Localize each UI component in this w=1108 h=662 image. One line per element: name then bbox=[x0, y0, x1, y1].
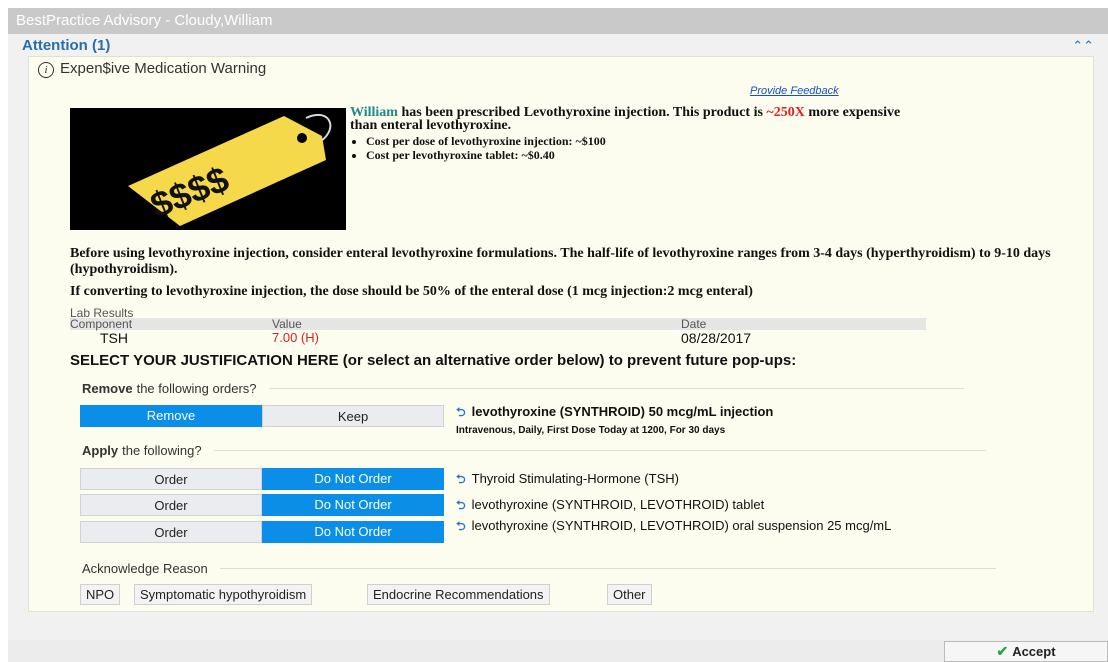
dose-guidance: If converting to levothyroxine injection… bbox=[70, 284, 753, 299]
remove-section-header: Remove the following orders? bbox=[82, 381, 964, 396]
window-title: BestPractice Advisory - Cloudy,William bbox=[8, 8, 1108, 34]
warning-title-text: Expen$ive Medication Warning bbox=[60, 60, 267, 77]
info-icon: i bbox=[38, 62, 54, 78]
lab-header-row: Component Value Date bbox=[70, 318, 926, 330]
remove-order-item: ⮌ levothyroxine (SYNTHROID) 50 mcg/mL inj… bbox=[456, 403, 773, 436]
remove-order-detail: Intravenous, Daily, First Dose Today at … bbox=[456, 425, 726, 436]
do-not-order-button[interactable]: Do Not Order bbox=[262, 521, 444, 543]
apply-order-text: Thyroid Stimulating-Hormone (TSH) bbox=[471, 471, 679, 486]
provide-feedback-link[interactable]: Provide Feedback bbox=[750, 85, 839, 97]
order-button[interactable]: Order bbox=[80, 494, 262, 516]
order-arrow-icon: ⮌ bbox=[456, 519, 466, 533]
reason-npo-button[interactable]: NPO bbox=[80, 584, 121, 605]
divider bbox=[268, 388, 964, 389]
order-button[interactable]: Order bbox=[80, 468, 262, 490]
price-tag-image: $$$$ bbox=[70, 108, 346, 230]
apply-order-item: ⮌ levothyroxine (SYNTHROID, LEVOTHROID) o… bbox=[456, 518, 1056, 534]
footer-bar bbox=[8, 640, 1108, 662]
order-arrow-icon: ⮌ bbox=[456, 472, 466, 486]
apply-order-text: levothyroxine (SYNTHROID, LEVOTHROID) or… bbox=[471, 518, 892, 533]
cost-item: Cost per levothyroxine tablet: ~$0.40 bbox=[366, 148, 910, 162]
reason-endocrine-button[interactable]: Endocrine Recommendations bbox=[367, 584, 550, 605]
acknowledge-header: Acknowledge Reason bbox=[82, 561, 996, 576]
do-not-order-button[interactable]: Do Not Order bbox=[262, 494, 444, 516]
price-tag-icon: $$$$ bbox=[128, 113, 332, 226]
apply-section-text: the following? bbox=[122, 443, 202, 458]
lab-col-date: Date bbox=[681, 317, 707, 331]
cost-multiplier: ~250X bbox=[766, 105, 805, 120]
lab-col-component: Component bbox=[70, 317, 133, 331]
accept-label: Accept bbox=[1012, 644, 1056, 659]
remove-section-text: the following orders? bbox=[136, 381, 257, 396]
acknowledge-title: Acknowledge Reason bbox=[82, 561, 208, 576]
apply-order-item: ⮌ levothyroxine (SYNTHROID, LEVOTHROID) t… bbox=[456, 496, 764, 517]
divider bbox=[213, 450, 986, 451]
accept-button[interactable]: ✔ Accept bbox=[944, 641, 1108, 662]
lab-date: 08/28/2017 bbox=[681, 330, 752, 346]
remove-section-bold: Remove bbox=[82, 381, 133, 396]
do-not-order-button[interactable]: Do Not Order bbox=[262, 468, 444, 490]
checkmark-icon: ✔ bbox=[996, 643, 1009, 659]
remove-button[interactable]: Remove bbox=[80, 405, 262, 427]
warning-title: i Expen$ive Medication Warning bbox=[38, 60, 266, 78]
double-chevron-up-icon[interactable]: ⌃⌃ bbox=[1072, 38, 1094, 54]
lab-col-value: Value bbox=[272, 317, 302, 331]
remove-order-name: levothyroxine (SYNTHROID) 50 mcg/mL inje… bbox=[471, 404, 774, 419]
order-arrow-icon: ⮌ bbox=[456, 498, 466, 512]
lab-component: TSH bbox=[100, 330, 128, 346]
apply-section-header: Apply the following? bbox=[82, 443, 986, 458]
cost-list: Cost per dose of levothyroxine injection… bbox=[366, 134, 910, 162]
justification-prompt: SELECT YOUR JUSTIFICATION HERE (or selec… bbox=[70, 352, 797, 369]
cost-item: Cost per dose of levothyroxine injection… bbox=[366, 134, 910, 148]
apply-order-text: levothyroxine (SYNTHROID, LEVOTHROID) ta… bbox=[471, 497, 765, 512]
apply-section-bold: Apply bbox=[82, 443, 119, 458]
attention-header[interactable]: Attention (1) bbox=[22, 37, 110, 54]
reason-symptomatic-button[interactable]: Symptomatic hypothyroidism bbox=[134, 584, 313, 605]
guidance-paragraph: Before using levothyroxine injection, co… bbox=[70, 246, 1051, 277]
reason-other-button[interactable]: Other bbox=[607, 584, 652, 605]
order-arrow-icon: ⮌ bbox=[456, 405, 466, 419]
apply-order-item: ⮌ Thyroid Stimulating-Hormone (TSH) bbox=[456, 470, 679, 491]
order-button[interactable]: Order bbox=[80, 521, 262, 543]
lab-value: 7.00 (H) bbox=[272, 330, 319, 345]
divider bbox=[219, 568, 996, 569]
cost-message: William has been prescribed Levothyroxin… bbox=[350, 105, 910, 163]
keep-button[interactable]: Keep bbox=[262, 405, 444, 427]
lab-row: TSH 7.00 (H) 08/28/2017 bbox=[70, 330, 926, 346]
